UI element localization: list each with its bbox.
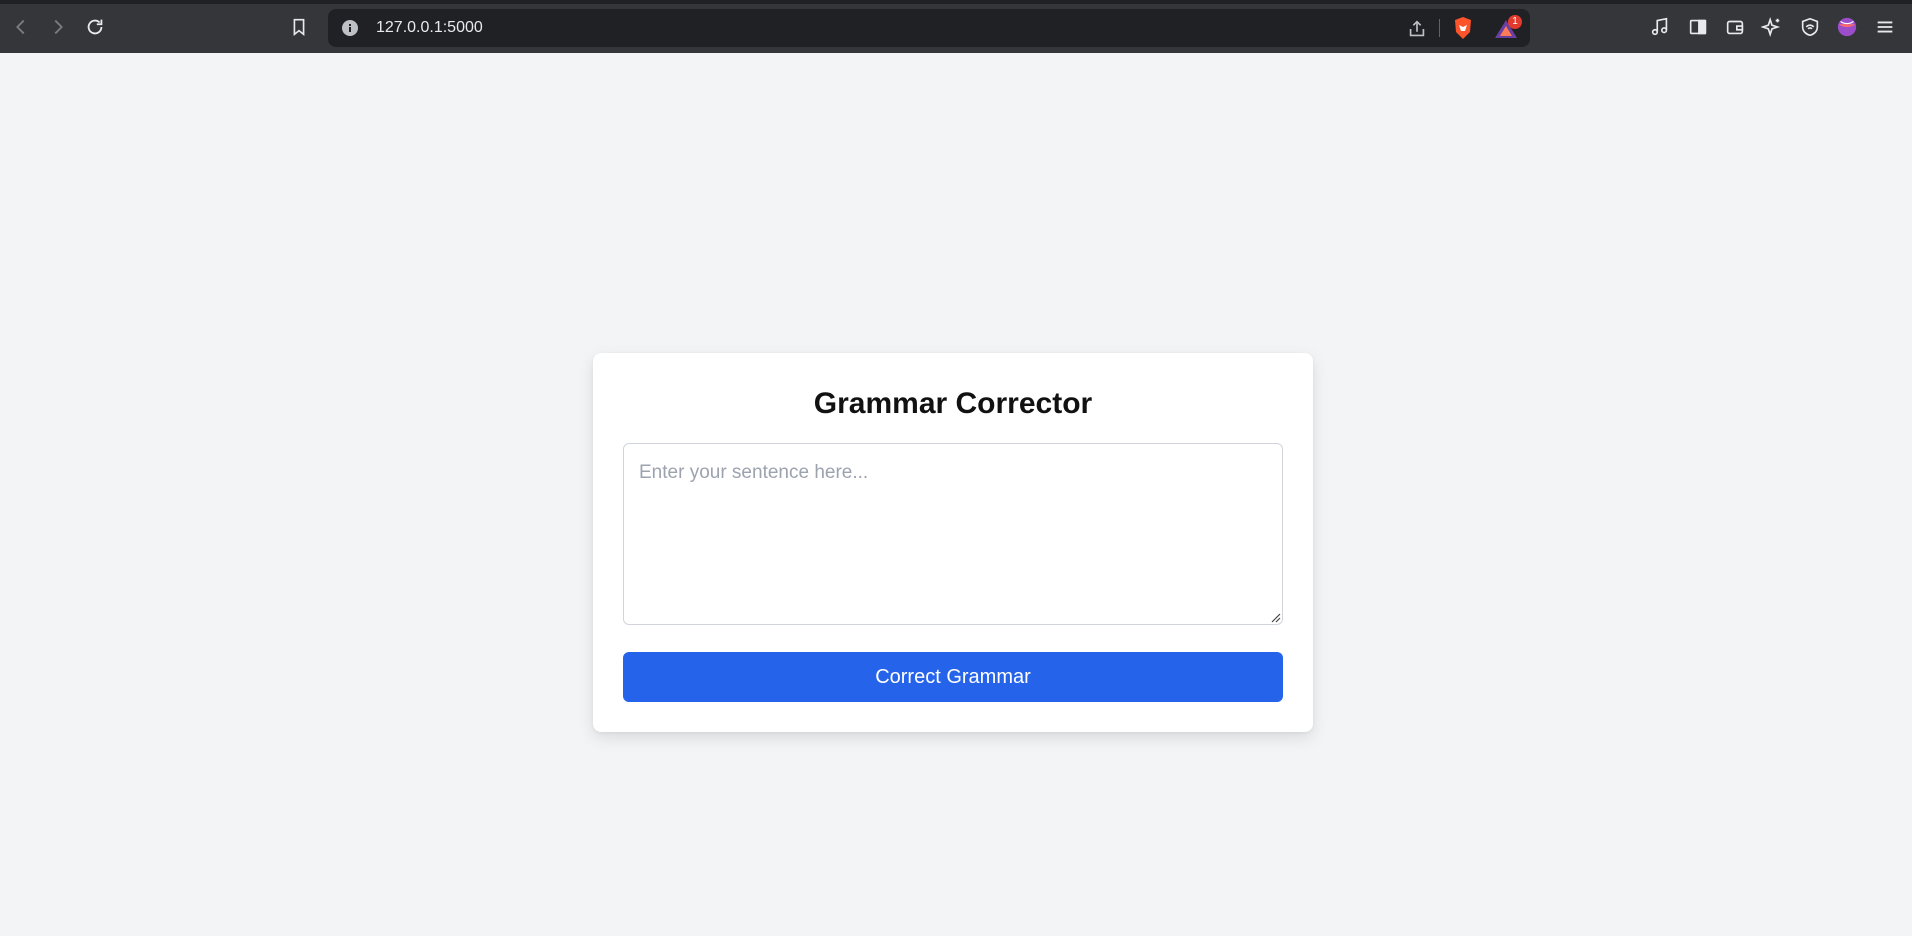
- sidebar-icon[interactable]: [1685, 14, 1711, 40]
- profile-icon[interactable]: [1834, 14, 1860, 40]
- reload-icon[interactable]: [82, 14, 108, 40]
- vpn-icon[interactable]: [1797, 14, 1823, 40]
- sentence-input[interactable]: [623, 443, 1283, 625]
- address-divider: [1439, 19, 1440, 37]
- wallet-icon[interactable]: [1722, 14, 1748, 40]
- menu-icon[interactable]: [1872, 14, 1898, 40]
- resize-handle-icon[interactable]: [1271, 613, 1281, 623]
- browser-toolbar: 127.0.0.1:5000 1: [0, 0, 1912, 53]
- share-icon[interactable]: [1406, 18, 1428, 40]
- bookmark-icon[interactable]: [286, 14, 312, 40]
- leo-ai-icon[interactable]: [1759, 14, 1785, 40]
- brave-shields-icon[interactable]: [1452, 16, 1474, 40]
- page-title: Grammar Corrector: [813, 387, 1093, 420]
- grammar-card: Grammar Corrector Correct Grammar: [593, 353, 1313, 732]
- info-icon[interactable]: [340, 18, 360, 38]
- back-icon[interactable]: [8, 14, 34, 40]
- rewards-badge: 1: [1508, 15, 1522, 29]
- url-text: 127.0.0.1:5000: [376, 19, 483, 36]
- address-bar[interactable]: 127.0.0.1:5000 1: [328, 9, 1530, 47]
- forward-icon[interactable]: [45, 14, 71, 40]
- correct-grammar-button[interactable]: Correct Grammar: [623, 652, 1283, 702]
- music-icon[interactable]: [1647, 14, 1673, 40]
